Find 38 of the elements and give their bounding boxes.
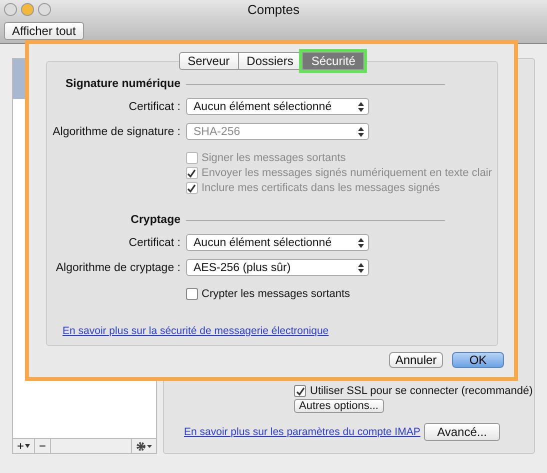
checkbox-label: Signer les messages sortants xyxy=(202,152,346,164)
stepper-arrows-icon xyxy=(358,262,364,272)
checkbox-label: Inclure mes certificats dans les messages signés xyxy=(202,182,440,194)
checkbox[interactable] xyxy=(186,288,198,300)
checkbox-label: Envoyer les messages signés numériquement en texte clair xyxy=(202,167,492,179)
minimize-icon[interactable] xyxy=(21,3,34,16)
popup-menu[interactable]: Aucun élément sélectionné xyxy=(186,98,368,115)
stepper-arrows-icon xyxy=(358,238,364,248)
gear-icon xyxy=(135,440,153,452)
window-title: Comptes xyxy=(247,2,300,17)
checkbox-label: Utiliser SSL pour se connecter (recommandé) xyxy=(310,385,533,397)
checkmark-icon xyxy=(296,386,304,396)
stepper-arrows-icon xyxy=(358,102,364,112)
more-options-button[interactable]: Autres options... xyxy=(294,399,384,413)
checkbox-label: Crypter les messages sortants xyxy=(202,288,350,300)
close-icon[interactable] xyxy=(4,3,17,16)
imap-help-link[interactable]: En savoir plus sur les paramètres du compte IMAP xyxy=(184,426,420,438)
field-label: Certificat : xyxy=(128,100,180,112)
zoom-icon[interactable] xyxy=(38,3,51,16)
section-title: Signature numérique xyxy=(64,78,180,90)
field-label: Algorithme de cryptage : xyxy=(54,262,180,274)
add-button[interactable]: + xyxy=(13,439,36,453)
caret-icon xyxy=(25,444,30,448)
cancel-button[interactable]: Annuler xyxy=(389,352,443,368)
tab[interactable]: Sécurité xyxy=(302,52,364,70)
remove-button[interactable]: − xyxy=(35,439,52,453)
popup-menu[interactable]: AES-256 (plus sûr) xyxy=(186,259,368,276)
security-help-link[interactable]: En savoir plus sur la sécurité de messagerie électronique xyxy=(62,325,329,337)
field-label: Certificat : xyxy=(128,236,180,248)
field-label: Algorithme de signature : xyxy=(52,126,180,138)
show-all-button[interactable]: Afficher tout xyxy=(4,22,84,40)
popup-menu[interactable]: Aucun élément sélectionné xyxy=(186,234,368,251)
section-title: Cryptage xyxy=(130,214,180,226)
checkbox[interactable] xyxy=(294,385,306,397)
stepper-arrows-icon xyxy=(358,126,364,136)
advanced-button[interactable]: Avancé... xyxy=(424,423,500,441)
tab[interactable]: Serveur xyxy=(178,52,239,70)
ok-button[interactable]: OK xyxy=(452,352,504,368)
